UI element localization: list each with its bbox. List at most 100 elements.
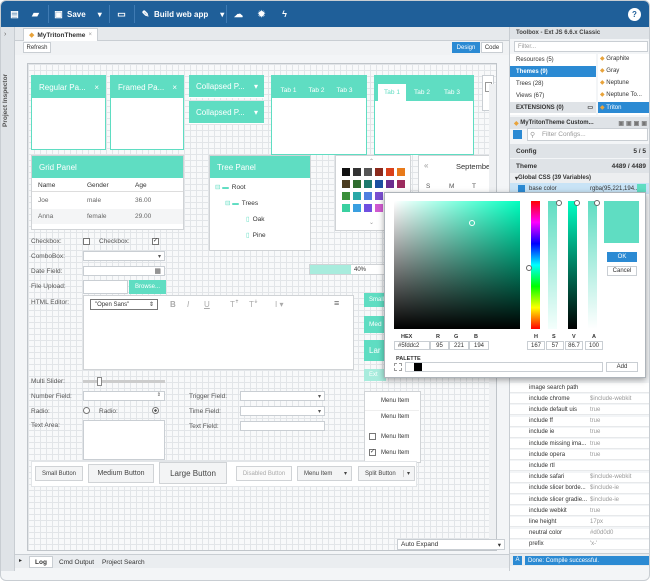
color-swatch[interactable] [342, 168, 350, 176]
red-input[interactable]: 95 [430, 341, 449, 350]
framed-panel[interactable]: Framed Pa... × [110, 75, 184, 150]
medium-button[interactable]: Medium Button [88, 464, 154, 483]
color-picker-dialog[interactable]: OK Cancel HEX #5fddc2 R 95 G 221 B 194 H… [384, 192, 646, 378]
large-button[interactable]: Large Button [159, 462, 227, 484]
category-themes[interactable]: Themes (9) [510, 66, 596, 77]
tree-node-pine[interactable]: ▯ Pine [246, 231, 266, 240]
radio-checked[interactable] [152, 407, 159, 414]
chevron-down-icon[interactable]: ▾ [318, 408, 321, 415]
time-field[interactable]: ▾ [240, 406, 325, 416]
help-icon[interactable]: ? [628, 8, 641, 21]
green-input[interactable]: 221 [449, 341, 469, 350]
chevron-down-icon[interactable]: ▾ [318, 393, 321, 400]
trigger-field[interactable]: ▾ [240, 391, 325, 401]
table-row[interactable]: Joe male 36.00 [32, 193, 183, 208]
refresh-button[interactable]: Refresh [23, 42, 51, 53]
bold-icon[interactable]: B [170, 300, 176, 309]
theme-neptune-touch[interactable]: ◆ Neptune To... [600, 91, 642, 98]
tab-1-active[interactable]: Tab 1 [378, 84, 406, 101]
tab-panel-a[interactable]: Tab 1 Tab 2 Tab 3 [271, 75, 367, 155]
add-extension-icon[interactable]: ▭ [587, 104, 593, 111]
html-editor[interactable]: "Open Sans" ⇕ B I U Tꜛ Tꜜ I ▾ ≡ [83, 295, 354, 370]
table-row[interactable]: Anna female 29.00 [32, 209, 183, 224]
collapse-arrow-icon[interactable]: ▸ [19, 557, 22, 564]
color-swatch[interactable] [397, 168, 405, 176]
font-select[interactable]: "Open Sans" ⇕ [90, 299, 158, 310]
close-tab-icon[interactable]: × [88, 32, 92, 38]
radio-unchecked[interactable] [83, 407, 90, 414]
tab-3[interactable]: Tab 3 [331, 82, 358, 98]
saturation-value-area[interactable] [394, 201, 520, 329]
scroll-up-icon[interactable]: ⌃ [369, 158, 374, 165]
css-variable-row[interactable]: include slicer borde... $include-ie [510, 483, 649, 494]
tab-2[interactable]: Tab 2 [303, 82, 330, 98]
color-swatch[interactable] [342, 204, 350, 212]
chevron-down-icon[interactable]: ▾ [254, 108, 258, 117]
tab-log[interactable]: Log [29, 556, 53, 568]
menu-item[interactable]: Menu Item [365, 410, 419, 423]
small-button-teal[interactable]: Small [364, 293, 386, 307]
checkbox-checked[interactable]: ✓ [152, 238, 159, 245]
color-swatch[interactable] [342, 180, 350, 188]
preview-monitor-icon[interactable]: ▭ [117, 6, 126, 22]
menu-checkbox-checked[interactable]: ✓ [369, 449, 376, 456]
value-slider[interactable] [568, 201, 577, 329]
tab-project-search[interactable]: Project Search [98, 556, 149, 568]
saturation-slider[interactable] [548, 201, 557, 329]
date-picker[interactable]: « September S M T [418, 155, 496, 195]
lightning-icon[interactable]: ϟ [280, 6, 289, 22]
italic-icon[interactable]: I [187, 300, 189, 309]
text-color-icon[interactable]: I ▾ [275, 300, 283, 309]
color-swatch[interactable] [386, 168, 394, 176]
empty-palette-swatch[interactable] [394, 363, 402, 371]
combobox-field[interactable]: ▾ [83, 251, 165, 261]
extra-button-teal[interactable]: Ext [364, 369, 386, 381]
prev-month-icon[interactable]: « [424, 161, 428, 170]
menu-item[interactable]: Menu Item [365, 394, 419, 407]
color-swatch[interactable] [375, 192, 383, 200]
css-variable-row[interactable]: image search path [510, 383, 649, 393]
tab-panel-b[interactable]: Tab 1 Tab 2 Tab 3 [374, 75, 474, 155]
color-cursor[interactable] [469, 220, 475, 226]
settings-gear-icon[interactable]: ✹ [257, 6, 266, 22]
category-resources[interactable]: Resources (5) [510, 54, 596, 65]
chevron-down-icon[interactable]: ▾ [158, 253, 161, 260]
col-header-age[interactable]: Age [135, 182, 147, 189]
checkbox-unchecked[interactable] [83, 238, 90, 245]
slider-thumb[interactable] [97, 377, 102, 386]
theme-section[interactable]: Theme 4489 / 4489 [510, 159, 649, 173]
css-variable-row[interactable]: line height 17px [510, 517, 649, 528]
cloud-deploy-icon[interactable]: ☁ [234, 6, 243, 22]
ok-button[interactable]: OK [607, 252, 637, 262]
hue-input[interactable]: 167 [527, 341, 545, 350]
chevron-down-icon[interactable]: ▾ [254, 82, 258, 91]
menu-button[interactable]: Menu Item ▾ [297, 466, 352, 481]
theme-neptune[interactable]: ◆ Neptune [600, 79, 629, 86]
css-variable-row[interactable]: include rtl [510, 461, 649, 472]
tree-node-root[interactable]: ⊟ ▬ Root [215, 183, 246, 192]
font-size-increase-icon[interactable]: Tꜛ [230, 300, 239, 309]
open-folder-icon[interactable]: ▰ [31, 6, 40, 22]
css-variable-row[interactable]: include missing ima... true [510, 439, 649, 449]
small-button[interactable]: Small Button [35, 466, 83, 481]
add-palette-button[interactable]: Add [606, 362, 638, 372]
value-thumb[interactable] [574, 200, 580, 206]
color-swatch[interactable] [364, 168, 372, 176]
tab-cmd-output[interactable]: Cmd Output [55, 556, 98, 568]
auto-expand-select[interactable]: Auto Expand ▾ [397, 539, 505, 550]
tree-node-trees[interactable]: ⊟ ▬ Trees [225, 199, 258, 208]
blue-input[interactable]: 194 [469, 341, 489, 350]
col-header-name[interactable]: Name [38, 182, 55, 189]
tab-3[interactable]: Tab 3 [438, 84, 466, 101]
font-size-decrease-icon[interactable]: Tꜜ [249, 300, 258, 309]
category-trees[interactable]: Trees (28) [510, 78, 596, 89]
color-swatch[interactable] [364, 192, 372, 200]
text-field[interactable] [240, 421, 325, 431]
css-variable-row[interactable]: include safari $include-webkit [510, 472, 649, 483]
color-swatch[interactable] [353, 204, 361, 212]
date-field[interactable]: ▦ [83, 266, 165, 276]
tree-node-oak[interactable]: ▯ Oak [246, 215, 265, 224]
alpha-input[interactable]: 100 [585, 341, 603, 350]
color-swatch[interactable] [397, 180, 405, 188]
calendar-month[interactable]: September [456, 162, 493, 171]
